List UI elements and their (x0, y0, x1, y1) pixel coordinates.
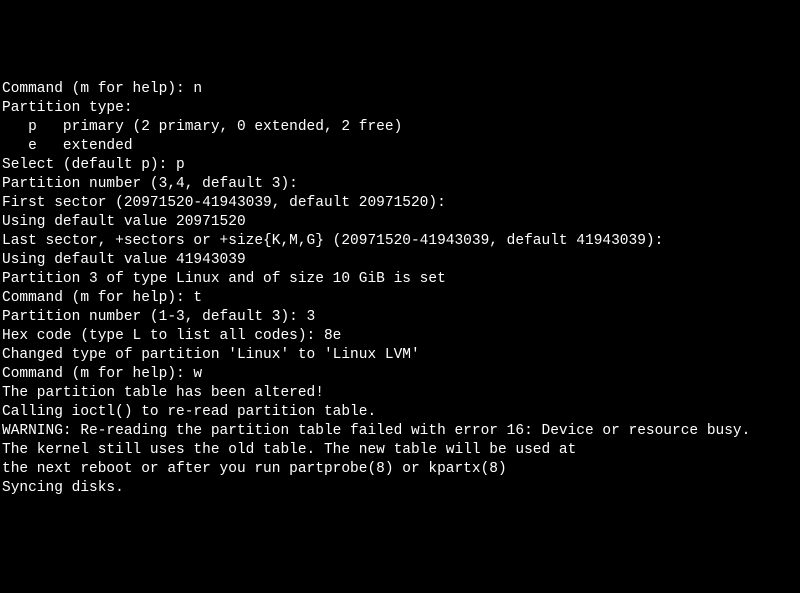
output-line: Select (default p): p (2, 156, 798, 175)
output-line: Hex code (type L to list all codes): 8e (2, 327, 798, 346)
output-line: Syncing disks. (2, 479, 798, 498)
output-line: Partition number (1-3, default 3): 3 (2, 308, 798, 327)
output-line: Command (m for help): n (2, 80, 798, 99)
output-line: e extended (2, 137, 798, 156)
output-line: Partition number (3,4, default 3): (2, 175, 798, 194)
output-line: Command (m for help): t (2, 289, 798, 308)
output-line: the next reboot or after you run partpro… (2, 460, 798, 479)
output-line: The kernel still uses the old table. The… (2, 441, 798, 460)
output-line: Partition 3 of type Linux and of size 10… (2, 270, 798, 289)
output-line: Calling ioctl() to re-read partition tab… (2, 403, 798, 422)
output-line: Command (m for help): w (2, 365, 798, 384)
output-line: WARNING: Re-reading the partition table … (2, 422, 798, 441)
output-line: First sector (20971520-41943039, default… (2, 194, 798, 213)
output-line: The partition table has been altered! (2, 384, 798, 403)
output-line: p primary (2 primary, 0 extended, 2 free… (2, 118, 798, 137)
output-line: Last sector, +sectors or +size{K,M,G} (2… (2, 232, 798, 251)
output-line: Using default value 20971520 (2, 213, 798, 232)
output-line: Partition type: (2, 99, 798, 118)
terminal-output: Command (m for help): nPartition type: p… (2, 80, 798, 498)
output-line: Changed type of partition 'Linux' to 'Li… (2, 346, 798, 365)
output-line: Using default value 41943039 (2, 251, 798, 270)
